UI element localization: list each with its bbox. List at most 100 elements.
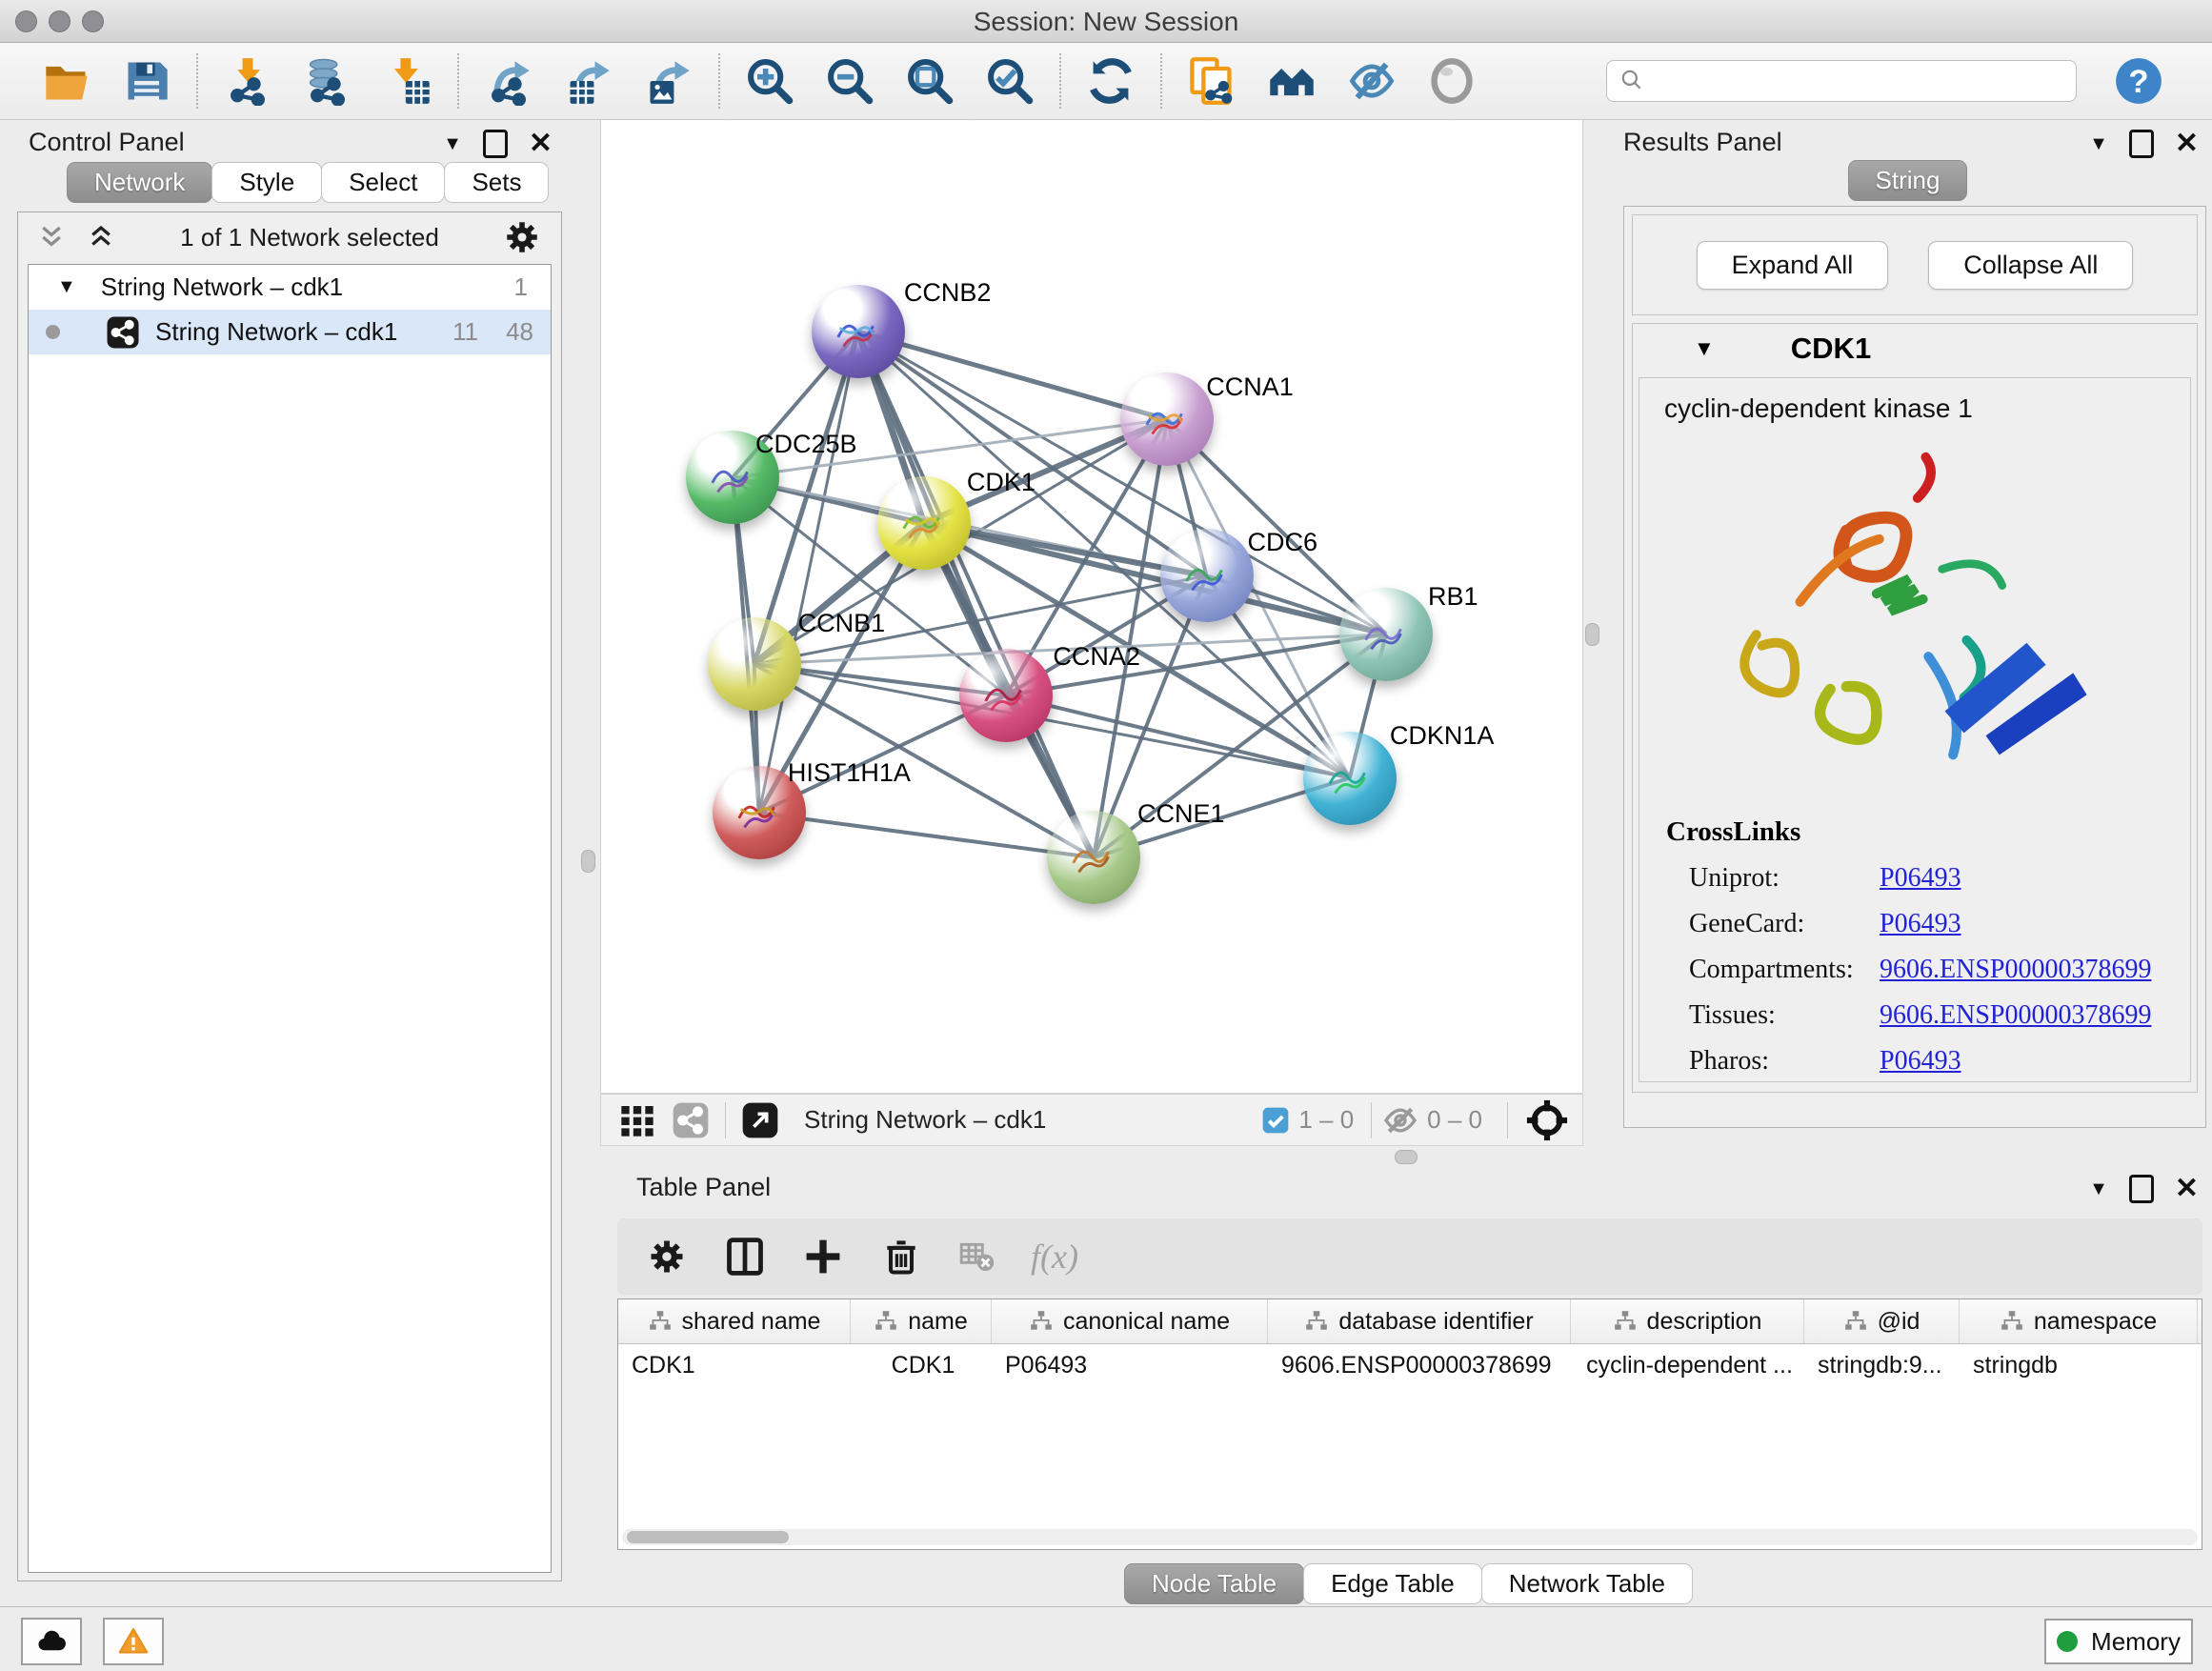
search-input[interactable] xyxy=(1606,60,2077,102)
panel-menu-icon[interactable]: ▼ xyxy=(443,133,462,155)
tab-style[interactable]: Style xyxy=(211,162,322,203)
open-in-window-icon[interactable] xyxy=(741,1101,779,1139)
panel-menu-icon[interactable]: ▼ xyxy=(2089,1178,2108,1200)
tab-sets[interactable]: Sets xyxy=(444,162,549,203)
close-panel-icon[interactable]: ✕ xyxy=(529,132,553,155)
delete-column-icon[interactable] xyxy=(880,1236,922,1278)
left-splitter-handle[interactable] xyxy=(581,850,595,873)
import-table-icon[interactable] xyxy=(381,54,434,108)
table-row[interactable]: CDK1CDK1P064939606.ENSP00000378699cyclin… xyxy=(618,1344,2202,1388)
open-session-icon[interactable] xyxy=(40,54,93,108)
fit-selected-crosshair-icon[interactable] xyxy=(1525,1098,1569,1142)
network-options-gear-icon[interactable] xyxy=(502,217,542,257)
import-network-icon[interactable] xyxy=(221,54,274,108)
table-cell[interactable]: 9606.ENSP00000378699 xyxy=(1268,1344,1571,1388)
collection-expand-icon[interactable]: ▼ xyxy=(57,276,76,298)
share-document-icon[interactable] xyxy=(1185,54,1238,108)
application-window: Session: New Session ? Control Panel ▼ ✕… xyxy=(0,0,2212,1671)
column-header[interactable]: database identifier xyxy=(1268,1299,1571,1343)
network-view-canvas[interactable]: CCNB2CCNA1CDC25BCDK1CDC6RB1CCNB1CCNA2CDK… xyxy=(600,120,1583,1094)
network-row-selected[interactable]: String Network – cdk1 11 48 xyxy=(29,310,551,354)
zoom-out-icon[interactable] xyxy=(823,54,876,108)
tab-select[interactable]: Select xyxy=(321,162,445,203)
table-options-gear-icon[interactable] xyxy=(646,1236,688,1278)
crosslink-row: Compartments:9606.ENSP00000378699 xyxy=(1666,955,2190,985)
network-node-ccna1[interactable] xyxy=(1120,372,1214,466)
expand-all-icon[interactable] xyxy=(85,223,117,252)
zoom-in-icon[interactable] xyxy=(743,54,796,108)
entry-collapse-icon[interactable]: ▼ xyxy=(1694,336,1715,361)
protein-thumbnail xyxy=(829,306,888,361)
float-panel-icon[interactable] xyxy=(2129,130,2154,158)
show-panels-icon[interactable] xyxy=(1425,54,1478,108)
float-panel-icon[interactable] xyxy=(2129,1175,2154,1203)
table-cell[interactable]: stringdb:9... xyxy=(1804,1344,1960,1388)
collapse-all-icon[interactable] xyxy=(35,223,68,252)
network-node-cdc6[interactable] xyxy=(1160,529,1254,622)
network-node-ccnb1[interactable] xyxy=(708,617,801,711)
tab-node-table[interactable]: Node Table xyxy=(1124,1563,1304,1604)
network-node-ccne1[interactable] xyxy=(1047,811,1140,904)
network-node-ccna2[interactable] xyxy=(959,649,1053,742)
panel-menu-icon[interactable]: ▼ xyxy=(2089,133,2108,155)
tab-network-table[interactable]: Network Table xyxy=(1481,1563,1693,1604)
float-panel-icon[interactable] xyxy=(483,130,508,158)
zoom-selected-icon[interactable] xyxy=(983,54,1036,108)
column-header[interactable]: namespace xyxy=(1960,1299,2198,1343)
scrollbar-thumb[interactable] xyxy=(627,1531,789,1543)
network-node-cdkn1a[interactable] xyxy=(1303,732,1397,825)
memory-button[interactable]: Memory xyxy=(2044,1619,2193,1664)
column-header[interactable]: description xyxy=(1571,1299,1804,1343)
tab-network[interactable]: Network xyxy=(67,162,212,203)
table-cell[interactable]: cyclin-dependent ... xyxy=(1571,1344,1804,1388)
network-node-ccnb2[interactable] xyxy=(812,285,905,378)
column-header[interactable]: name xyxy=(851,1299,992,1343)
memory-label: Memory xyxy=(2091,1627,2181,1657)
create-column-icon[interactable] xyxy=(802,1236,844,1278)
save-session-icon[interactable] xyxy=(120,54,173,108)
tab-edge-table[interactable]: Edge Table xyxy=(1303,1563,1482,1604)
show-columns-icon[interactable] xyxy=(724,1236,766,1278)
cloud-status-button[interactable] xyxy=(21,1618,82,1665)
column-header[interactable]: shared name xyxy=(618,1299,851,1343)
zoom-fit-icon[interactable] xyxy=(903,54,956,108)
result-entry-header[interactable]: ▼ CDK1 xyxy=(1633,324,2197,373)
help-button[interactable]: ? xyxy=(2113,55,2164,107)
table-cell[interactable]: stringdb xyxy=(1960,1344,2198,1388)
expand-all-button[interactable]: Expand All xyxy=(1697,241,1889,290)
right-splitter-handle[interactable] xyxy=(1585,623,1599,646)
network-node-rb1[interactable] xyxy=(1339,588,1433,681)
crosslink-link[interactable]: P06493 xyxy=(1880,1046,1961,1077)
birdseye-view-icon[interactable] xyxy=(618,1101,656,1139)
network-collection-row[interactable]: ▼ String Network – cdk1 1 xyxy=(29,265,551,310)
network-tree: ▼ String Network – cdk1 1 String Network… xyxy=(28,264,552,1573)
warning-status-button[interactable] xyxy=(103,1618,164,1665)
crosslink-link[interactable]: P06493 xyxy=(1880,863,1961,894)
hide-panels-icon[interactable] xyxy=(1345,54,1398,108)
table-cell[interactable]: P06493 xyxy=(992,1344,1268,1388)
horizontal-splitter-handle[interactable] xyxy=(1395,1150,1418,1164)
crosslink-link[interactable]: 9606.ENSP00000378699 xyxy=(1880,1000,2151,1031)
export-image-icon[interactable] xyxy=(642,54,695,108)
column-header[interactable]: canonical name xyxy=(992,1299,1268,1343)
selected-checkbox-icon[interactable] xyxy=(1260,1105,1291,1136)
network-overview-icon[interactable] xyxy=(1265,54,1318,108)
column-header[interactable]: @id xyxy=(1804,1299,1960,1343)
crosslink-link[interactable]: P06493 xyxy=(1880,909,1961,939)
table-cell[interactable]: CDK1 xyxy=(618,1344,851,1388)
close-panel-icon[interactable]: ✕ xyxy=(2175,132,2199,155)
export-table-icon[interactable] xyxy=(562,54,615,108)
refresh-layout-icon[interactable] xyxy=(1084,54,1137,108)
search-icon xyxy=(1619,68,1644,92)
network-node-cdk1[interactable] xyxy=(877,476,971,570)
crosslink-link[interactable]: 9606.ENSP00000378699 xyxy=(1880,955,2151,985)
import-database-icon[interactable] xyxy=(301,54,354,108)
table-horizontal-scrollbar[interactable] xyxy=(622,1529,2198,1545)
tab-string[interactable]: String xyxy=(1848,160,1968,201)
table-cell[interactable]: CDK1 xyxy=(851,1344,992,1388)
control-panel-tabs: NetworkStyleSelectSets xyxy=(67,162,548,203)
export-network-icon[interactable] xyxy=(482,54,535,108)
string-badge-gray-icon[interactable] xyxy=(672,1101,710,1139)
collapse-all-button[interactable]: Collapse All xyxy=(1928,241,2133,290)
close-panel-icon[interactable]: ✕ xyxy=(2175,1178,2199,1200)
